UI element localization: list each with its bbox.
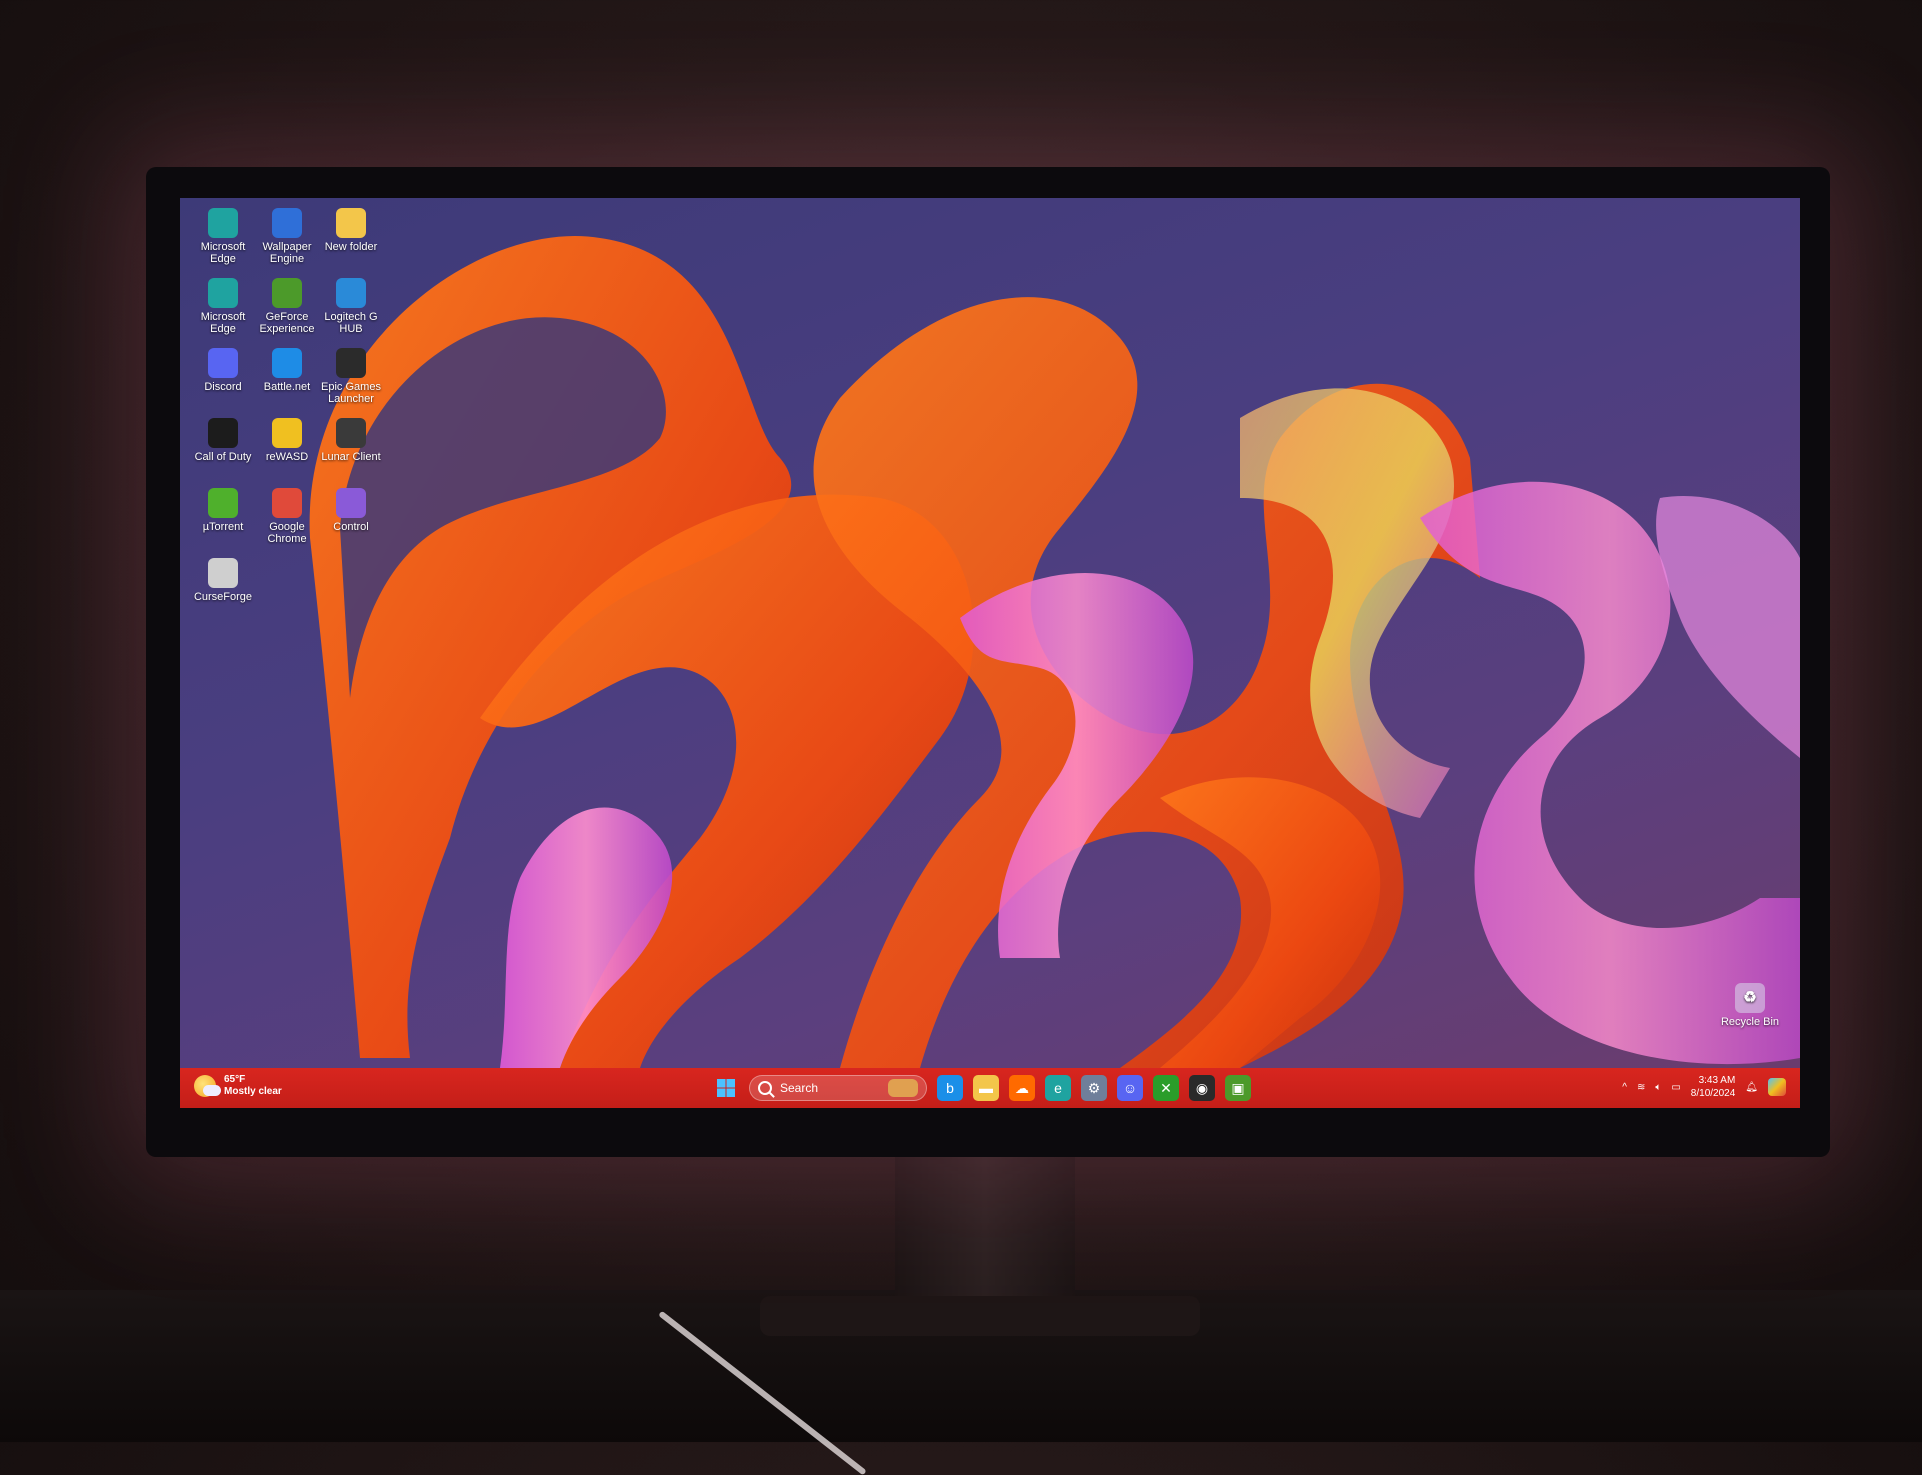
file-explorer-icon[interactable]: ▬ — [973, 1075, 999, 1101]
desktop-icon-label: reWASD — [265, 451, 309, 463]
recycle-bin-icon: ♻ — [1735, 983, 1765, 1013]
soundcloud-icon[interactable]: ☁ — [1009, 1075, 1035, 1101]
desktop-icon-label: Wallpaper Engine — [262, 241, 312, 265]
clock-time: 3:43 AM — [1698, 1075, 1736, 1086]
edge-icon[interactable]: e — [1045, 1075, 1071, 1101]
desktop-icon[interactable]: Google Chrome — [254, 488, 320, 545]
chrome-icon — [272, 488, 302, 518]
wallpaper — [309, 235, 1800, 1068]
start-button[interactable] — [713, 1075, 739, 1101]
edge-icon — [208, 208, 238, 238]
desktop-icon[interactable]: CurseForge — [190, 558, 256, 603]
desktop-icon[interactable]: µTorrent — [190, 488, 256, 533]
taskbar-center: Search b ▬ ☁ e ⚙ ☺ ✕ ◉ ▣ — [713, 1073, 1251, 1103]
desktop-icon-label: Microsoft Edge — [200, 241, 246, 265]
desktop-icon-recycle-bin[interactable]: ♻ Recycle Bin — [1717, 983, 1783, 1028]
desktop-icon-label: Logitech G HUB — [324, 311, 378, 335]
desktop-icon-label: Epic Games Launcher — [321, 381, 381, 405]
desktop-icon-label: Battle.net — [263, 381, 311, 393]
volume-icon[interactable]: 🔈︎ — [1655, 1082, 1661, 1093]
desktop-icon[interactable]: reWASD — [254, 418, 320, 463]
desktop-icon-label: Discord — [204, 381, 242, 393]
desktop-icon[interactable]: Wallpaper Engine — [254, 208, 320, 265]
desktop-icon[interactable]: Microsoft Edge — [190, 278, 256, 335]
edge-icon — [208, 278, 238, 308]
weather-condition: Mostly clear — [224, 1086, 282, 1097]
search-icon — [758, 1081, 772, 1095]
desktop-icon[interactable]: New folder — [318, 208, 384, 253]
desktop-icon-label: GeForce Experience — [259, 311, 315, 335]
notification-bell-icon[interactable]: 🔔︎ — [1745, 1082, 1758, 1093]
settings-icon[interactable]: ⚙ — [1081, 1075, 1107, 1101]
desktop-icon[interactable]: Discord — [190, 348, 256, 393]
cod-icon — [208, 418, 238, 448]
lunar-icon — [336, 418, 366, 448]
battlenet-icon — [272, 348, 302, 378]
desktop-icon[interactable]: Call of Duty — [190, 418, 256, 463]
epic-icon — [336, 348, 366, 378]
clock[interactable]: 3:43 AM 8/10/2024 — [1691, 1074, 1736, 1100]
geforce-icon — [272, 278, 302, 308]
system-tray: ^ ≋ 🔈︎ ▭ 3:43 AM 8/10/2024 🔔︎ — [1622, 1074, 1786, 1100]
desktop-icon[interactable]: Logitech G HUB — [318, 278, 384, 335]
desktop-icon[interactable]: Microsoft Edge — [190, 208, 256, 265]
wallpaper-engine-icon — [272, 208, 302, 238]
control-icon — [336, 488, 366, 518]
search-highlight-icon — [888, 1079, 918, 1097]
weather-temp: 65°F — [224, 1074, 246, 1085]
weather-icon — [194, 1075, 221, 1097]
logitech-icon — [336, 278, 366, 308]
windows-logo-icon — [717, 1079, 735, 1097]
monitor-stand-base — [760, 1296, 1200, 1336]
screen: Microsoft Edge Wallpaper Engine New folder… — [180, 198, 1800, 1108]
curseforge-icon — [208, 558, 238, 588]
taskbar: 65°F Mostly clear Search b ▬ ☁ e ⚙ ☺ ✕ ◉ ▣ ^ ≋ 🔈… — [180, 1068, 1800, 1108]
desktop-icon-label: Lunar Client — [321, 451, 381, 463]
discord-icon — [208, 348, 238, 378]
clock-date: 8/10/2024 — [1690, 1088, 1736, 1099]
chevron-up-icon[interactable]: ^ — [1622, 1082, 1627, 1093]
desktop-icon-label: Call of Duty — [194, 451, 252, 463]
wifi-icon[interactable]: ≋ — [1637, 1082, 1645, 1093]
desktop-icon-label: Control — [333, 521, 369, 533]
discord-icon[interactable]: ☺ — [1117, 1075, 1143, 1101]
taskbar-search[interactable]: Search — [749, 1075, 927, 1101]
xbox-icon[interactable]: ✕ — [1153, 1075, 1179, 1101]
desktop-icon-label: New folder — [324, 241, 378, 253]
nvidia-icon[interactable]: ▣ — [1225, 1075, 1251, 1101]
obs-icon[interactable]: ◉ — [1189, 1075, 1215, 1101]
pinned-apps: b ▬ ☁ e ⚙ ☺ ✕ ◉ ▣ — [937, 1075, 1251, 1101]
desktop-icon-label: CurseForge — [193, 591, 253, 603]
desktop-icon[interactable]: Lunar Client — [318, 418, 384, 463]
copilot-icon[interactable] — [1768, 1078, 1786, 1096]
desktop-icon[interactable]: Battle.net — [254, 348, 320, 393]
desktop-icon[interactable]: Control — [318, 488, 384, 533]
folder-icon — [336, 208, 366, 238]
desktop-icon-label: Recycle Bin — [1720, 1016, 1780, 1028]
battery-icon[interactable]: ▭ — [1671, 1082, 1680, 1093]
bing-icon[interactable]: b — [937, 1075, 963, 1101]
monitor-stand — [895, 1150, 1075, 1310]
desktop-icon[interactable]: GeForce Experience — [254, 278, 320, 335]
desktop-icon-label: Microsoft Edge — [200, 311, 246, 335]
utorrent-icon — [208, 488, 238, 518]
desktop-icon[interactable]: Epic Games Launcher — [318, 348, 384, 405]
rewasd-icon — [272, 418, 302, 448]
desktop-icon-label: Google Chrome — [267, 521, 307, 545]
search-label: Search — [780, 1081, 819, 1095]
desktop-icon-label: µTorrent — [202, 521, 244, 533]
weather-widget[interactable]: 65°F Mostly clear — [194, 1074, 282, 1098]
